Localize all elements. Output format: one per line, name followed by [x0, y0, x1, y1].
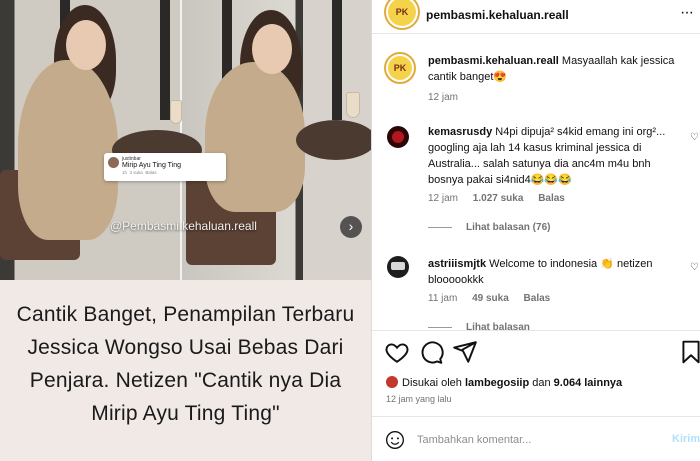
header-username[interactable]: pembasmi.kehaluan.reall	[426, 8, 569, 22]
like-comment-heart-icon[interactable]: ♡	[690, 132, 699, 143]
reply-button[interactable]: Balas	[524, 293, 551, 304]
headline-line: Mirip Ayu Ting Ting"	[91, 402, 280, 425]
watermark: @Pembasmi.kehaluan.reall	[110, 219, 257, 233]
headline-line: Penjara. Netizen "Cantik nya Dia	[29, 369, 342, 392]
cup-shape	[170, 100, 182, 124]
comment-username[interactable]: kemasrusdy	[428, 126, 492, 138]
likes-summary: Disukai oleh lambegosiip dan 9.064 lainn…	[386, 376, 622, 389]
table-shape	[296, 120, 371, 160]
comment-username[interactable]: astriiismjtk	[428, 258, 486, 270]
post-media: justinbar Mirip Ayu Ting Ting 1h 3 suka …	[0, 0, 371, 461]
comment-icon[interactable]	[418, 339, 444, 365]
share-icon[interactable]	[452, 339, 478, 365]
snippet-likes: 3 suka	[129, 170, 143, 175]
likes-prefix: Disukai oleh	[402, 377, 462, 389]
comment-item: PK pembasmi.kehaluan.reall Masyaallah ka…	[372, 46, 700, 116]
comment-text-block: kemasrusdy N4pi dipuja² s4kid emang ini …	[428, 124, 678, 188]
person-left-shape	[18, 60, 118, 240]
comment-avatar[interactable]: PK	[384, 52, 416, 84]
save-bookmark-icon[interactable]	[678, 339, 700, 365]
emoji-icon[interactable]	[385, 430, 405, 450]
comment-likes[interactable]: 1.027 suka	[473, 193, 524, 204]
snippet-meta: 1h 3 suka Balas	[122, 170, 222, 175]
person-right-shape	[205, 62, 305, 212]
account-avatar[interactable]: PK	[384, 0, 420, 30]
liker-avatar	[386, 376, 398, 388]
comment-item: kemasrusdy N4pi dipuja² s4kid emang ini …	[372, 120, 700, 240]
comment-input[interactable]	[417, 431, 637, 449]
comment-avatar[interactable]	[387, 126, 409, 148]
comment-time: 12 jam	[428, 92, 459, 103]
account-avatar-image: PK	[388, 0, 416, 26]
comment-username[interactable]: pembasmi.kehaluan.reall	[428, 55, 559, 67]
chevron-right-icon: ›	[348, 218, 354, 234]
avatar-graphic-icon	[391, 262, 405, 270]
more-options-icon[interactable]: ···	[680, 4, 694, 22]
snippet-avatar	[108, 157, 119, 168]
replies-divider	[428, 326, 452, 328]
post-header: PK pembasmi.kehaluan.reall ···	[372, 0, 700, 34]
likes-joiner: dan	[532, 377, 551, 389]
face-shape	[66, 20, 106, 70]
heart-icon[interactable]	[384, 339, 410, 365]
comment-meta: 12 jam 1.027 suka Balas	[428, 193, 577, 204]
comment-text-block: pembasmi.kehaluan.reall Masyaallah kak j…	[428, 53, 678, 85]
snippet-time: 1h	[122, 170, 128, 175]
reply-button[interactable]: Balas	[538, 193, 565, 204]
replies-divider	[428, 226, 452, 228]
headline-line: Jessica Wongso Usai Bebas Dari	[27, 336, 344, 359]
post-comment-button[interactable]: Kirim	[672, 433, 700, 445]
comment-meta: 11 jam 49 suka Balas	[428, 293, 562, 304]
post-timestamp: 12 jam yang lalu	[386, 394, 452, 404]
comments-pane: PK pembasmi.kehaluan.reall ··· PK pembas…	[371, 0, 700, 461]
view-replies-label: Lihat balasan (76)	[466, 222, 551, 233]
snippet-text: Mirip Ayu Ting Ting	[122, 162, 182, 169]
carousel-next-button[interactable]: ›	[340, 216, 362, 238]
comment-avatar-image: PK	[388, 56, 412, 80]
comment-time: 11 jam	[428, 293, 458, 304]
comment-likes[interactable]: 49 suka	[472, 293, 509, 304]
comment-text-block: astriiismjtk Welcome to indonesia 👏 neti…	[428, 256, 678, 288]
face-shape	[252, 24, 292, 74]
comment-meta: 12 jam	[428, 92, 470, 103]
avatar-emblem-icon	[392, 131, 404, 143]
comment-time: 12 jam	[428, 193, 459, 204]
post-headline: Cantik Banget, Penampilan Terbaru Jessic…	[0, 280, 371, 461]
snippet-reply: Balas	[145, 170, 157, 175]
post-photo: justinbar Mirip Ayu Ting Ting 1h 3 suka …	[0, 0, 371, 280]
likes-count[interactable]: 9.064 lainnya	[554, 377, 623, 389]
comment-avatar[interactable]	[387, 256, 409, 278]
liker-username[interactable]: lambegosiip	[465, 377, 529, 389]
comment-composer: Kirim	[372, 416, 700, 461]
post-actions: Disukai oleh lambegosiip dan 9.064 lainn…	[372, 330, 700, 461]
cup-shape	[346, 92, 360, 118]
comments-list: PK pembasmi.kehaluan.reall Masyaallah ka…	[372, 34, 700, 333]
view-replies-link[interactable]: Lihat balasan (76)	[428, 222, 550, 233]
embedded-comment-snippet: justinbar Mirip Ayu Ting Ting 1h 3 suka …	[104, 153, 226, 181]
headline-line: Cantik Banget, Penampilan Terbaru	[16, 303, 355, 326]
like-comment-heart-icon[interactable]: ♡	[690, 262, 699, 273]
